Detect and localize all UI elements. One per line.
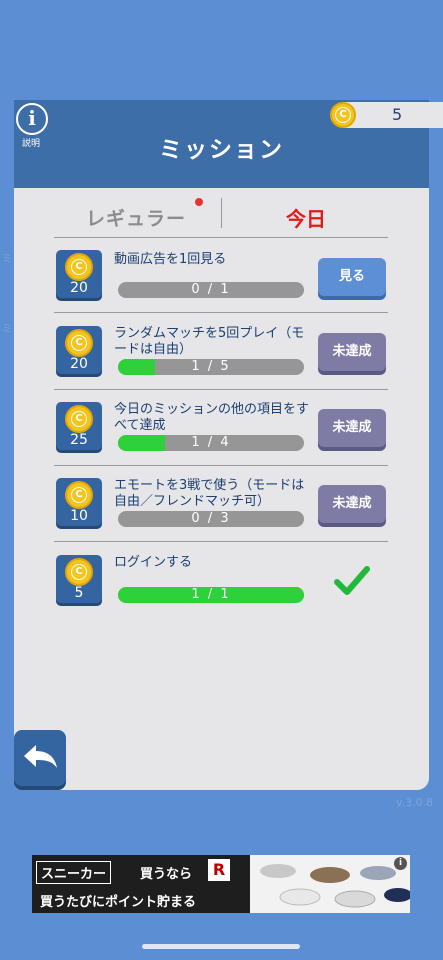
reward-amount: 20 (70, 356, 88, 372)
tab-today[interactable]: 今日 (286, 203, 326, 232)
coin-icon (65, 405, 93, 433)
not-achieved-button[interactable]: 未達成 (318, 485, 386, 523)
ad-headline: スニーカー (36, 861, 112, 884)
notification-dot (195, 198, 203, 206)
back-button[interactable] (14, 730, 66, 786)
progress-bar: 1 / 5 (118, 359, 304, 375)
divider (54, 389, 388, 390)
divider (54, 541, 388, 542)
tab-divider (221, 198, 222, 228)
progress-text: 0 / 1 (191, 282, 231, 297)
progress-bar: 1 / 4 (118, 435, 304, 451)
mission-row: 25 今日のミッションの他の項目をすべて達成 1 / 4 未達成 (54, 402, 388, 464)
ad-headline-suffix: 買うなら (140, 867, 193, 882)
background-decoration: ミ (2, 254, 12, 265)
coin-icon (65, 253, 93, 281)
home-indicator[interactable] (142, 944, 300, 949)
not-achieved-button[interactable]: 未達成 (318, 333, 386, 371)
mission-row: 5 ログインする 1 / 1 (54, 555, 388, 617)
progress-bar: 0 / 1 (118, 282, 304, 298)
tab-regular[interactable]: レギュラー (86, 204, 186, 231)
not-achieved-button[interactable]: 未達成 (318, 409, 386, 447)
progress-bar: 1 / 1 (118, 587, 304, 603)
divider (54, 237, 388, 238)
mission-text: 動画広告を1回見る (114, 252, 227, 267)
reward-badge: 10 (56, 478, 102, 526)
reward-badge: 20 (56, 250, 102, 298)
page-title: ミッション (159, 137, 284, 163)
progress-bar: 0 / 3 (118, 511, 304, 527)
watch-ad-button[interactable]: 見る (318, 258, 386, 296)
mission-text: 今日のミッションの他の項目をすべて達成 (114, 402, 310, 433)
background-decoration: ミ (2, 324, 12, 335)
coin-icon (65, 481, 93, 509)
checkmark-icon (334, 566, 370, 595)
mission-row: 20 動画広告を1回見る 0 / 1 見る (54, 250, 388, 312)
sneakers-image (260, 864, 410, 908)
divider (54, 312, 388, 313)
divider (54, 465, 388, 466)
reward-badge: 20 (56, 326, 102, 374)
mission-text: ログインする (114, 555, 193, 570)
mission-text: エモートを3戦で使う（モードは自由／フレンドマッチ可） (114, 478, 305, 509)
mission-row: 10 エモートを3戦で使う（モードは自由／フレンドマッチ可） 0 / 3 未達成 (54, 478, 388, 540)
ad-logo: R (208, 859, 230, 881)
coin-icon (330, 102, 356, 128)
ad-info-icon[interactable]: i (394, 857, 407, 870)
reward-badge: 5 (56, 555, 102, 603)
reward-badge: 25 (56, 402, 102, 450)
mission-text: ランダムマッチを5回プレイ（モードは自由） (114, 326, 305, 357)
progress-text: 1 / 4 (191, 435, 231, 450)
mission-panel: i 説明 ミッション レギュラー 今日 20 動画広告を1回見る 0 / 1 見… (14, 100, 429, 790)
ad-banner[interactable]: スニーカー 買うなら R 買うたびにポイント貯まる i (32, 855, 410, 913)
ad-image (250, 855, 410, 913)
coin-icon (65, 329, 93, 357)
progress-text: 0 / 3 (191, 511, 231, 526)
coin-icon (65, 558, 93, 586)
ad-text-area: スニーカー 買うなら R 買うたびにポイント貯まる (32, 855, 250, 913)
version-label: v.3.0.8 (396, 796, 434, 809)
reward-amount: 20 (70, 280, 88, 296)
coin-count: 5 (392, 105, 403, 124)
ad-subline: 買うたびにポイント貯まる (40, 895, 197, 910)
reward-amount: 10 (70, 508, 88, 524)
mission-row: 20 ランダムマッチを5回プレイ（モードは自由） 1 / 5 未達成 (54, 326, 388, 388)
progress-text: 1 / 1 (191, 587, 231, 602)
reward-amount: 5 (74, 585, 84, 601)
back-arrow-icon (24, 745, 57, 768)
progress-text: 1 / 5 (191, 359, 231, 374)
reward-amount: 25 (70, 432, 88, 448)
mission-tabs: レギュラー 今日 (14, 188, 429, 238)
